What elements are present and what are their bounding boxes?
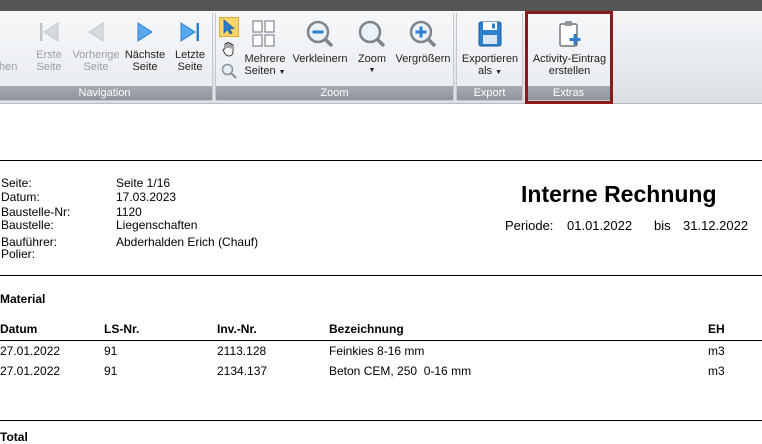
- report-page: Seite: Datum: Baustelle-Nr: Baustelle: B…: [0, 104, 762, 444]
- chevron-down-icon: ▼: [278, 69, 286, 76]
- next-page-icon: [137, 22, 153, 42]
- section-total: Total: [0, 430, 28, 444]
- header-frame-top: [0, 160, 762, 161]
- next-page-label-2: Seite: [132, 61, 158, 73]
- row2-eh: m3: [708, 364, 725, 378]
- row1-bezeichnung: Feinkies 8-16 mm: [329, 344, 425, 358]
- zoom-out-icon: [306, 20, 334, 48]
- row2-bezeichnung: Beton CEM, 250 0-16 mm: [329, 364, 472, 378]
- row1-eh: m3: [708, 344, 725, 358]
- period-to: 31.12.2022: [683, 218, 749, 233]
- zoom-in-label: Vergrößern: [395, 53, 451, 65]
- first-page-button[interactable]: Erste Seite: [31, 19, 67, 73]
- first-page-label-1: Erste: [36, 49, 62, 61]
- export-label-1: Exportieren: [461, 53, 519, 65]
- group-label-zoom: Zoom: [216, 86, 453, 100]
- pointer-tool-button[interactable]: [219, 17, 239, 37]
- zoom-in-icon: [409, 20, 437, 48]
- zoom-label: Zoom: [357, 53, 387, 65]
- row1-ls-nr: 91: [104, 344, 118, 358]
- multiple-pages-label-2-text: Seiten: [244, 65, 276, 77]
- prev-partial-button[interactable]: hen: [0, 61, 17, 73]
- period-label: Periode:: [505, 218, 554, 233]
- hand-icon: [222, 42, 234, 57]
- report-title: Interne Rechnung: [521, 181, 717, 207]
- multiple-pages-label-1: Mehrere: [244, 53, 286, 65]
- export-label-2-text: als: [477, 65, 493, 77]
- export-chevron-down-icon: ▼: [495, 69, 503, 76]
- ribbon-toolbar: hen Erste Seite Vorherige Seite Nächste …: [0, 11, 762, 104]
- table-bottom-line: [0, 420, 762, 421]
- table-header-line: [0, 340, 762, 341]
- multiple-pages-button[interactable]: Mehrere Seiten ▼: [243, 19, 287, 79]
- row2-inv-nr: 2134.137: [217, 364, 268, 378]
- header-frame-bottom: [0, 275, 762, 276]
- group-zoom: Mehrere Seiten ▼ Verkleinern Zoom ▼ Verg…: [215, 13, 454, 101]
- export-button[interactable]: Exportieren als ▼: [460, 19, 520, 79]
- meta-value-baufuehrer: Abderhalden Erich (Chauf): [116, 235, 259, 249]
- meta-label-baustelle-nr: Baustelle-Nr:: [1, 205, 71, 219]
- col-eh: EH: [708, 322, 725, 336]
- first-page-icon: [40, 22, 59, 42]
- prev-page-icon: [88, 22, 104, 42]
- row1-datum: 27.01.2022: [0, 344, 61, 358]
- last-page-icon: [180, 22, 199, 42]
- export-label-2: als ▼: [460, 65, 520, 79]
- hand-tool-button[interactable]: [220, 40, 238, 58]
- next-page-label-1: Nächste: [124, 49, 166, 61]
- group-label-navigation: Navigation: [0, 86, 212, 100]
- col-datum: Datum: [0, 322, 38, 336]
- zoom-out-label: Verkleinern: [292, 53, 348, 65]
- meta-value-datum: 17.03.2023: [116, 190, 177, 204]
- window-top-bar: [0, 0, 762, 11]
- last-page-label-1: Letzte: [175, 49, 205, 61]
- prev-page-label-2: Seite: [83, 61, 109, 73]
- zoom-button[interactable]: Zoom ▼: [353, 19, 391, 77]
- prev-partial-label: hen: [0, 61, 18, 73]
- multiple-pages-label-2: Seiten ▼: [243, 65, 287, 79]
- prev-page-button[interactable]: Vorherige Seite: [71, 19, 121, 73]
- prev-page-label-1: Vorherige: [72, 49, 120, 61]
- multiple-pages-icon: [252, 20, 275, 47]
- group-export: Exportieren als ▼ Export: [456, 13, 523, 101]
- meta-label-baustelle: Baustelle:: [1, 218, 54, 232]
- zoom-dropdown-icon: ▼: [368, 67, 376, 74]
- section-material: Material: [0, 292, 46, 306]
- group-navigation: hen Erste Seite Vorherige Seite Nächste …: [0, 13, 213, 101]
- meta-label-seite: Seite:: [1, 176, 32, 190]
- meta-label-polier: Polier:: [1, 247, 36, 261]
- next-page-button[interactable]: Nächste Seite: [124, 19, 166, 73]
- extras-highlight-box: [525, 11, 613, 104]
- meta-label-datum: Datum:: [1, 190, 40, 204]
- zoom-icon: [358, 20, 386, 48]
- period-from: 01.01.2022: [567, 218, 633, 233]
- col-ls-nr: LS-Nr.: [104, 322, 140, 336]
- first-page-label-2: Seite: [36, 61, 62, 73]
- meta-value-baustelle: Liegenschaften: [116, 218, 198, 232]
- last-page-label-2: Seite: [177, 61, 203, 73]
- magnifier-small-icon: [221, 63, 237, 79]
- pointer-arrow-icon: [223, 19, 236, 35]
- save-disk-icon: [478, 21, 502, 47]
- zoom-in-button[interactable]: Vergrößern: [395, 19, 451, 65]
- row2-datum: 27.01.2022: [0, 364, 61, 378]
- meta-value-seite: Seite 1/16: [116, 176, 171, 190]
- row1-inv-nr: 2113.128: [217, 344, 267, 358]
- zoom-out-button[interactable]: Verkleinern: [291, 19, 349, 65]
- row2-ls-nr: 91: [104, 364, 118, 378]
- group-label-export: Export: [457, 86, 522, 100]
- meta-value-baustelle-nr: 1120: [116, 205, 142, 219]
- col-bezeichnung: Bezeichnung: [329, 322, 404, 336]
- col-inv-nr: Inv.-Nr.: [217, 322, 257, 336]
- period-bis: bis: [654, 218, 671, 233]
- last-page-button[interactable]: Letzte Seite: [171, 19, 209, 73]
- magnifier-tool-button[interactable]: [220, 62, 238, 80]
